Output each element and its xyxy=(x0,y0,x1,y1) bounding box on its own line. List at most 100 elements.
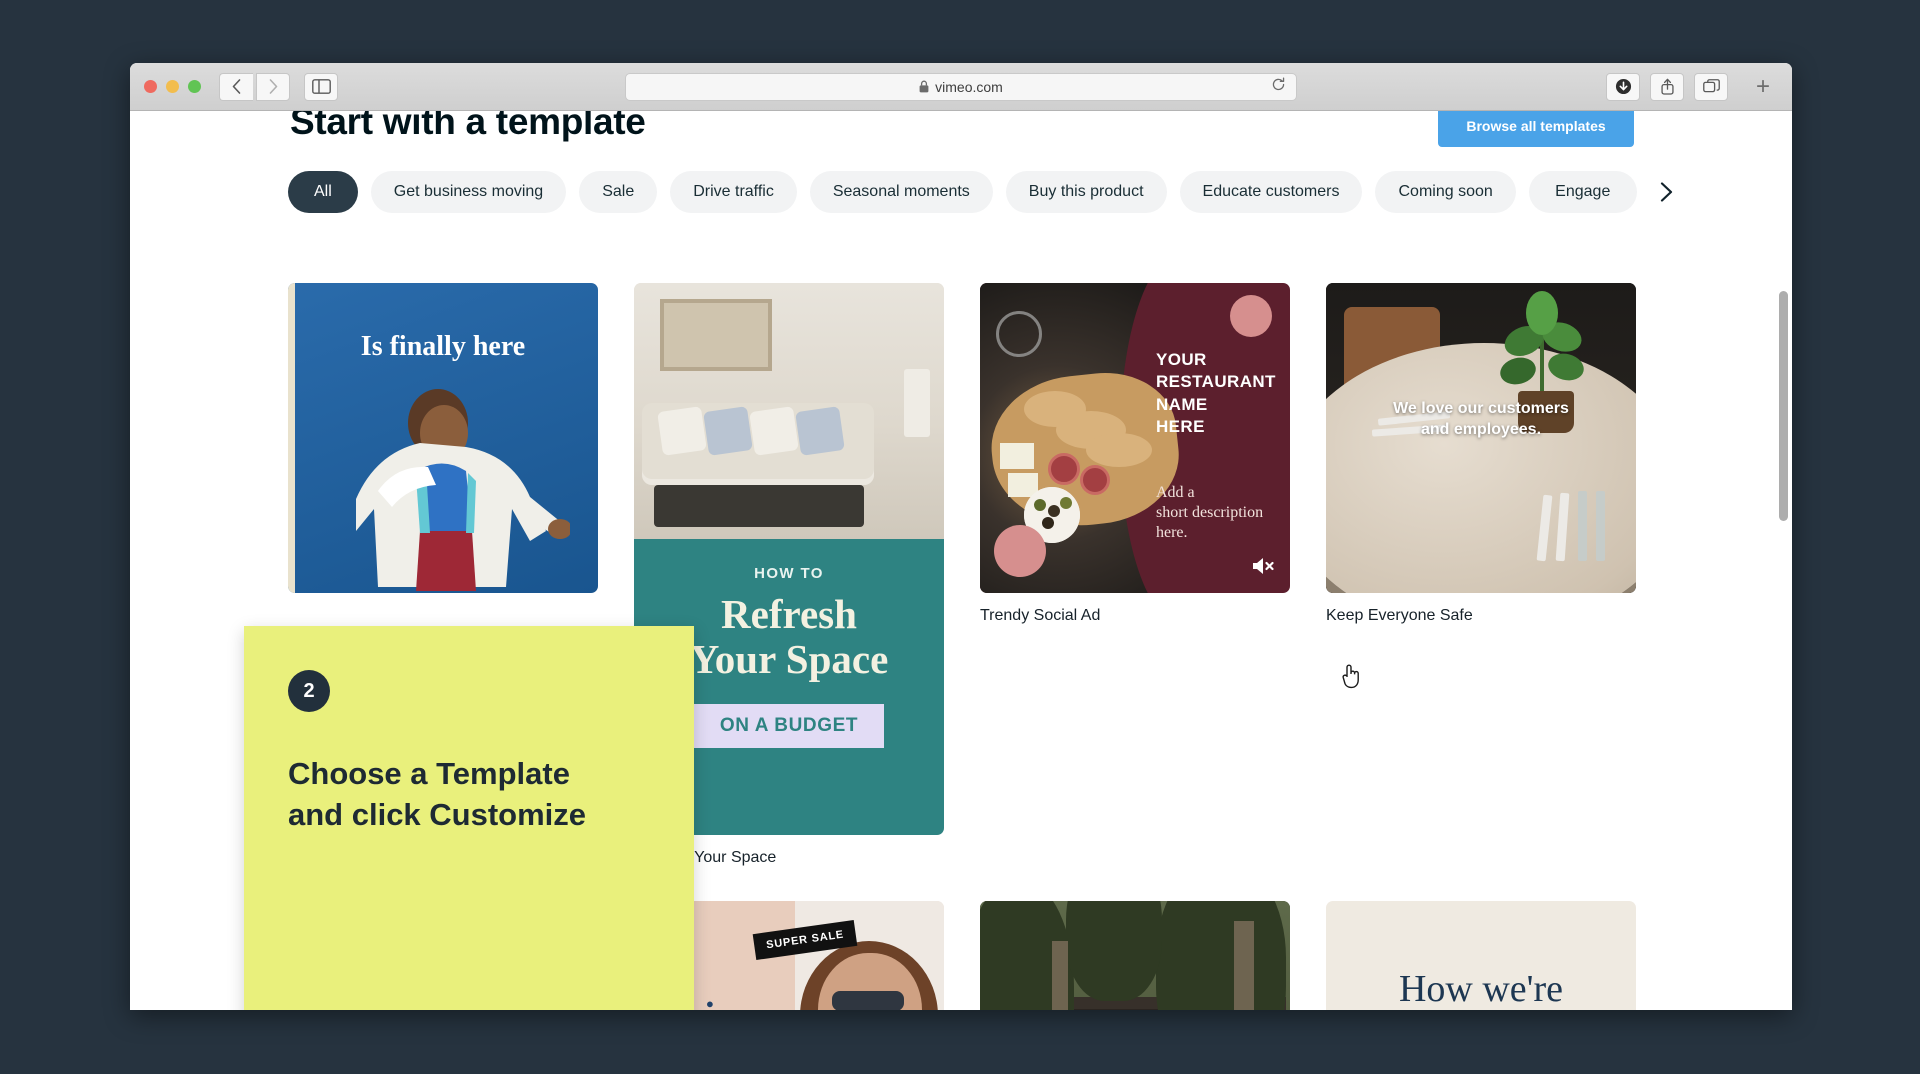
thumb-desc-line1: Add a xyxy=(1156,484,1195,501)
tree-trunk xyxy=(1052,941,1068,1010)
cushion xyxy=(795,406,845,456)
callout-step-badge: 2 xyxy=(288,670,330,712)
back-button[interactable] xyxy=(219,72,253,101)
olive xyxy=(1060,497,1072,509)
template-card[interactable]: We love our customers and employees. Kee… xyxy=(1326,283,1636,867)
new-tab-button[interactable]: + xyxy=(1748,70,1778,104)
template-thumbnail-vacation-rental[interactable]: 8-guest cabin in the woods xyxy=(980,901,1290,1010)
chevron-right-icon xyxy=(269,79,277,94)
cushion xyxy=(657,406,707,456)
cushion xyxy=(749,406,799,456)
floor-lamp xyxy=(904,369,930,437)
cutlery xyxy=(1578,491,1587,561)
living-room-photo xyxy=(634,283,944,539)
thumb-headline-line1: Refresh xyxy=(721,591,857,637)
decor-circle-bottom-left xyxy=(994,525,1046,577)
reload-button[interactable] xyxy=(1271,76,1286,97)
salami-slice xyxy=(1080,465,1110,495)
template-card[interactable]: 8-guest cabin in the woods Vacation Rent… xyxy=(980,901,1290,1010)
pointer-hand-icon xyxy=(1342,664,1359,689)
close-window-button[interactable] xyxy=(144,80,157,93)
filter-pill-engage[interactable]: Engage xyxy=(1528,171,1637,213)
cheese-piece xyxy=(1000,443,1034,469)
sidebar-toggle-icon xyxy=(311,79,331,94)
template-card-label: Trendy Social Ad xyxy=(980,607,1101,624)
minimize-window-button[interactable] xyxy=(166,80,179,93)
share-icon xyxy=(1660,78,1674,95)
callout-sticky-note: 2 Choose a Template and click Customize xyxy=(244,626,694,1010)
template-thumbnail-keep-everyone-safe[interactable]: We love our customers and employees. xyxy=(1326,283,1636,593)
dancer-illustration xyxy=(356,389,570,591)
maximize-window-button[interactable] xyxy=(188,80,201,93)
thumb-kicker: HOW TO xyxy=(754,565,824,582)
filter-pill-all[interactable]: All xyxy=(288,171,358,213)
filter-pill-drive-traffic[interactable]: Drive traffic xyxy=(670,171,797,213)
thumb-headline: Is finally here xyxy=(360,331,526,362)
page-scrollbar[interactable] xyxy=(1779,291,1788,521)
filter-pill-seasonal-moments[interactable]: Seasonal moments xyxy=(809,171,993,213)
share-button[interactable] xyxy=(1650,72,1684,101)
filter-pill-get-business-moving[interactable]: Get business moving xyxy=(370,171,567,213)
cutlery xyxy=(1596,491,1605,561)
window-controls xyxy=(144,80,201,93)
tab-overview-button[interactable] xyxy=(1694,72,1728,101)
bread-slice xyxy=(1086,433,1152,467)
decor-circle-top-right xyxy=(1230,295,1272,337)
chevron-right-icon xyxy=(1661,182,1673,202)
navigation-buttons xyxy=(219,72,290,101)
downloads-button[interactable] xyxy=(1606,72,1640,101)
browse-all-templates-button[interactable]: Browse all templates xyxy=(1438,111,1634,147)
olive xyxy=(1042,517,1054,529)
filter-next-button[interactable] xyxy=(1654,179,1680,205)
thumb-title-line2: RESTAURANT xyxy=(1156,372,1276,392)
callout-text-line2: and click Customize xyxy=(288,796,587,832)
category-filter-bar: All Get business moving Sale Drive traff… xyxy=(288,171,1792,213)
thumb-desc-line3: here. xyxy=(1156,524,1188,541)
browser-toolbar-right: + xyxy=(1606,70,1778,104)
sidebar-toggle-button[interactable] xyxy=(304,72,338,101)
url-text: vimeo.com xyxy=(935,78,1003,95)
page-content: Start with a template Browse all templat… xyxy=(130,111,1792,1010)
mute-button[interactable] xyxy=(1250,553,1276,579)
olive xyxy=(1034,499,1046,511)
wall-art xyxy=(660,299,772,371)
reload-icon xyxy=(1272,76,1285,90)
thumb-caption: We love our customers and employees. xyxy=(1326,399,1636,441)
plant xyxy=(1500,291,1584,405)
decor-ribbon xyxy=(288,283,295,593)
sunglasses xyxy=(832,991,904,1010)
mouse-cursor xyxy=(1340,663,1362,694)
thumb-title-line3: NAME xyxy=(1156,394,1208,414)
tab-overview-icon xyxy=(1702,78,1720,92)
template-card-label: Keep Everyone Safe xyxy=(1326,607,1473,624)
filter-pill-coming-soon[interactable]: Coming soon xyxy=(1375,171,1516,213)
wine-glass xyxy=(996,311,1042,357)
template-card[interactable]: How we're shipping to you safely: xyxy=(1326,901,1636,1010)
thumb-title: How we're shipping to you safely: xyxy=(1326,967,1636,1010)
thumb-caption-line1: We love our customers xyxy=(1393,400,1569,417)
thumb-caption-line2: and employees. xyxy=(1420,420,1542,438)
lock-icon xyxy=(919,80,929,93)
thumb-title: YOUR RESTAURANT NAME HERE xyxy=(1156,349,1276,439)
filter-pill-educate-customers[interactable]: Educate customers xyxy=(1179,171,1363,213)
template-card[interactable]: YOUR RESTAURANT NAME HERE Add a short de… xyxy=(980,283,1290,867)
chevron-left-icon xyxy=(232,79,241,94)
tree xyxy=(1156,901,1286,1010)
tree xyxy=(1066,901,1162,1001)
page-viewport: Start with a template Browse all templat… xyxy=(130,111,1792,1010)
thumb-title-line1: YOUR xyxy=(1156,350,1207,369)
filter-pill-sale[interactable]: Sale xyxy=(579,171,658,213)
forward-button[interactable] xyxy=(256,72,290,101)
salami-slice xyxy=(1048,453,1080,485)
address-bar[interactable]: vimeo.com xyxy=(625,72,1297,101)
filter-pill-buy-this-product[interactable]: Buy this product xyxy=(1005,171,1167,213)
thumb-title-line1: How we're xyxy=(1398,968,1564,1010)
template-thumbnail-shipping-safely[interactable]: How we're shipping to you safely: xyxy=(1326,901,1636,1010)
tree-trunk xyxy=(1234,921,1254,1010)
olive xyxy=(1048,505,1060,517)
callout-text: Choose a Template and click Customize xyxy=(288,754,650,836)
template-thumbnail-trendy-social-ad[interactable]: YOUR RESTAURANT NAME HERE Add a short de… xyxy=(980,283,1290,593)
template-thumbnail-is-finally-here[interactable]: Is finally here xyxy=(288,283,598,593)
page-title: Start with a template xyxy=(290,111,646,142)
thumb-desc-line2: short description xyxy=(1156,504,1264,521)
